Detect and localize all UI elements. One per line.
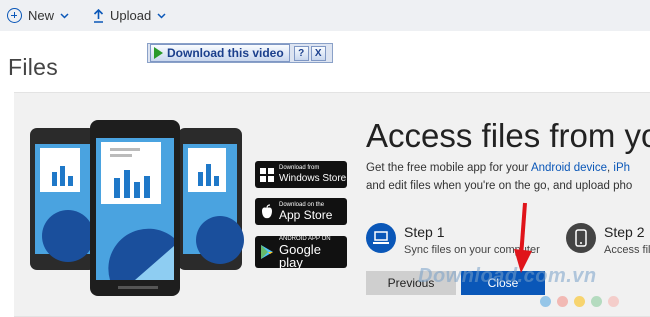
watermark-dot — [540, 296, 551, 307]
app-store-big-text: App Store — [279, 207, 333, 222]
command-bar: New Upload — [0, 0, 650, 31]
watermark-dot — [608, 296, 619, 307]
watermark-dot — [591, 296, 602, 307]
banner-subtext: Get the free mobile app for your Android… — [366, 159, 650, 195]
phones-illustration — [30, 120, 244, 296]
watermark-dot — [574, 296, 585, 307]
watermark-dots — [540, 296, 619, 307]
close-download-bar-button[interactable]: X — [310, 45, 326, 61]
play-icon — [154, 47, 163, 59]
watermark-dot — [557, 296, 568, 307]
new-label: New — [28, 8, 55, 23]
banner-headline: Access files from yo — [366, 117, 650, 154]
download-video-toolbar: Download this video ? X — [147, 43, 333, 63]
help-button[interactable]: ? — [293, 45, 309, 61]
apple-logo-icon — [262, 203, 272, 218]
download-video-button[interactable]: Download this video — [150, 44, 290, 62]
step-2-desc: Access fil — [604, 244, 650, 256]
chevron-down-icon — [60, 12, 69, 19]
windows-store-big-text: Windows Store — [279, 172, 347, 184]
windows-logo-icon — [260, 167, 274, 182]
google-play-icon — [261, 245, 273, 259]
iphone-link[interactable]: iPh — [613, 162, 630, 174]
chevron-down-icon — [157, 12, 166, 19]
download-video-label: Download this video — [167, 46, 284, 60]
upload-label: Upload — [110, 8, 152, 23]
laptop-icon — [366, 223, 396, 253]
page-title: Files — [8, 54, 59, 80]
phone-icon — [566, 223, 596, 253]
subtext-prefix: Get the free mobile app for your — [366, 162, 531, 174]
app-store-button[interactable]: Download on the App Store — [255, 198, 347, 225]
upload-icon — [93, 8, 104, 23]
new-button[interactable]: New — [7, 0, 69, 31]
watermark: Download.com.vn — [418, 265, 597, 287]
step-2: Step 2 Access fil — [566, 223, 650, 256]
red-arrow-annotation — [514, 202, 532, 273]
google-play-big-text: Google play — [279, 241, 321, 270]
google-play-button[interactable]: ANDROID APP ON Google play — [255, 236, 347, 270]
windows-store-button[interactable]: Download from Windows Store — [255, 161, 347, 188]
android-device-link[interactable]: Android device — [531, 162, 607, 174]
plus-circle-icon — [7, 8, 22, 23]
upload-button[interactable]: Upload — [93, 0, 166, 31]
subtext-line2: and edit files when you're on the go, an… — [366, 180, 633, 192]
windows-store-small-text: Download from — [279, 164, 320, 171]
step-2-title: Step 2 — [604, 224, 645, 240]
